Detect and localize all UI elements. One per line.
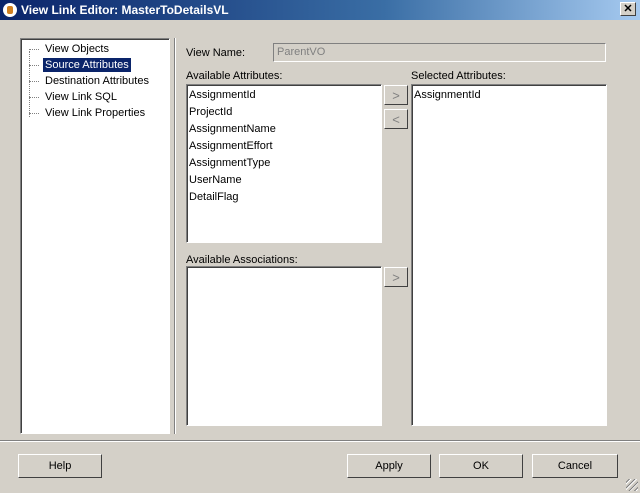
close-button[interactable]: ✕ [620, 2, 636, 16]
list-item[interactable]: AssignmentId [187, 87, 381, 104]
tree-item-label: View Link SQL [45, 91, 117, 103]
list-item[interactable]: UserName [187, 172, 381, 189]
resize-grip[interactable] [626, 479, 638, 491]
close-icon: ✕ [623, 2, 633, 15]
view-name-field: ParentVO [273, 43, 606, 62]
tree-item-view-objects[interactable]: View Objects [29, 42, 111, 56]
ok-button[interactable]: OK [439, 454, 523, 478]
arrow-right-icon: > [392, 269, 400, 285]
move-left-button[interactable]: < [384, 109, 408, 129]
tree-item-label: Destination Attributes [45, 75, 149, 87]
selected-attributes-list[interactable]: AssignmentId [411, 84, 607, 426]
available-associations-label: Available Associations: [186, 254, 298, 266]
tree-item-label: View Objects [45, 43, 109, 55]
available-attributes-label: Available Attributes: [186, 70, 283, 82]
tree-item-view-link-properties[interactable]: View Link Properties [29, 106, 147, 120]
footer-divider [0, 440, 640, 442]
title-bar: View Link Editor: MasterToDetailsVL ✕ [0, 0, 640, 20]
list-item[interactable]: AssignmentName [187, 121, 381, 138]
move-right-button[interactable]: > [384, 85, 408, 105]
apply-button[interactable]: Apply [347, 454, 431, 478]
tree-item-label: View Link Properties [45, 107, 146, 119]
panel-splitter[interactable] [174, 38, 176, 434]
view-name-label: View Name: [186, 47, 246, 59]
available-associations-list[interactable] [186, 266, 382, 426]
app-icon [3, 3, 17, 17]
list-item[interactable]: DetailFlag [187, 189, 381, 206]
list-item[interactable]: AssignmentId [412, 87, 606, 104]
navigation-tree: View Objects Source Attributes Destinati… [20, 38, 170, 434]
tree-item-source-attributes[interactable]: Source Attributes [29, 58, 131, 72]
tree-item-label: Source Attributes [43, 58, 131, 72]
help-button[interactable]: Help [18, 454, 102, 478]
available-attributes-list[interactable]: AssignmentId ProjectId AssignmentName Assig… [186, 84, 382, 243]
list-item[interactable]: AssignmentType [187, 155, 381, 172]
selected-attributes-label: Selected Attributes: [411, 70, 506, 82]
list-item[interactable]: ProjectId [187, 104, 381, 121]
arrow-right-icon: > [392, 87, 400, 103]
list-item[interactable]: AssignmentEffort [187, 138, 381, 155]
tree-item-view-link-sql[interactable]: View Link SQL [29, 90, 119, 104]
cancel-button[interactable]: Cancel [532, 454, 618, 478]
association-move-right-button[interactable]: > [384, 267, 408, 287]
window-title: View Link Editor: MasterToDetailsVL [21, 3, 229, 17]
tree-item-destination-attributes[interactable]: Destination Attributes [29, 74, 151, 88]
arrow-left-icon: < [392, 111, 400, 127]
